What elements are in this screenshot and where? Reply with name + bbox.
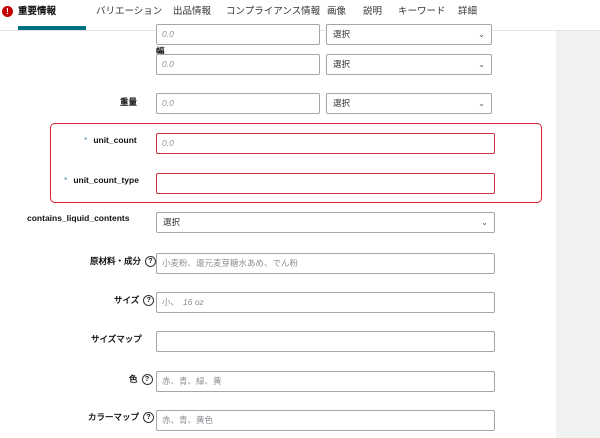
- tab-variations[interactable]: バリエーション: [96, 0, 162, 30]
- unit-count-type-input[interactable]: [156, 173, 495, 194]
- unit-count-type-label-text: unit_count_type: [73, 175, 139, 185]
- size-map-label: サイズマップ: [91, 334, 142, 344]
- help-icon[interactable]: ?: [141, 374, 153, 386]
- color-map-label-text: カラーマップ: [88, 412, 140, 422]
- ingredients-label-text: 原材料・成分: [90, 256, 142, 266]
- weight-value-input[interactable]: 0.0: [156, 93, 320, 114]
- color-map-label: カラーマップ?: [88, 411, 155, 424]
- color-label: 色?: [129, 373, 153, 386]
- contains-liquid-contents-select[interactable]: 選択 ⌄: [156, 212, 495, 233]
- width-value-input[interactable]: 0.0: [156, 54, 320, 75]
- size-label-text: サイズ: [114, 295, 140, 305]
- select-value: 選択: [333, 98, 351, 108]
- help-icon[interactable]: ?: [145, 256, 157, 268]
- weight-unit-select[interactable]: 選択 ⌄: [326, 93, 492, 114]
- select-value: 選択: [333, 59, 351, 69]
- select-value: 選択: [333, 29, 351, 39]
- color-map-input[interactable]: 赤、青、黄色: [156, 410, 495, 431]
- weight-label: 重量: [120, 97, 138, 107]
- color-label-text: 色: [129, 374, 138, 384]
- ingredients-label: 原材料・成分?: [90, 255, 157, 268]
- size-map-input[interactable]: [156, 331, 495, 352]
- tab-label: 重要情報: [18, 6, 57, 17]
- required-marker: *: [64, 175, 68, 185]
- width-unit-select[interactable]: 選択 ⌄: [326, 54, 492, 75]
- chevron-down-icon: ⌄: [478, 30, 485, 39]
- ingredients-input[interactable]: 小麦粉、還元麦芽糖水あめ、でん粉: [156, 253, 495, 274]
- active-tab-indicator: [18, 26, 86, 30]
- size-label: サイズ?: [114, 294, 155, 307]
- help-icon[interactable]: ?: [143, 295, 155, 307]
- size-placeholder-a: 小、: [162, 297, 180, 307]
- chevron-down-icon: ⌄: [478, 60, 485, 69]
- chevron-down-icon: ⌄: [478, 99, 485, 108]
- size-placeholder-b: 16 oz: [183, 297, 204, 307]
- color-input[interactable]: 赤、青、緑、黄: [156, 371, 495, 392]
- contains-liquid-contents-label: contains_liquid_contents: [27, 213, 130, 223]
- size-input[interactable]: 小、 16 oz: [156, 292, 495, 313]
- alert-icon: !: [2, 6, 13, 17]
- unit-count-input[interactable]: 0.0: [156, 133, 495, 154]
- dimension-value-input-1[interactable]: 0.0: [156, 24, 320, 45]
- required-marker: *: [84, 135, 88, 145]
- chevron-down-icon: ⌄: [481, 218, 488, 227]
- unit-count-type-label: * unit_count_type: [64, 175, 139, 185]
- dimension-unit-select-1[interactable]: 選択 ⌄: [326, 24, 492, 45]
- unit-count-label-text: unit_count: [93, 135, 137, 145]
- unit-count-label: * unit_count: [84, 135, 137, 145]
- help-icon[interactable]: ?: [143, 412, 155, 424]
- select-value: 選択: [163, 217, 181, 227]
- right-side-panel: [556, 31, 600, 438]
